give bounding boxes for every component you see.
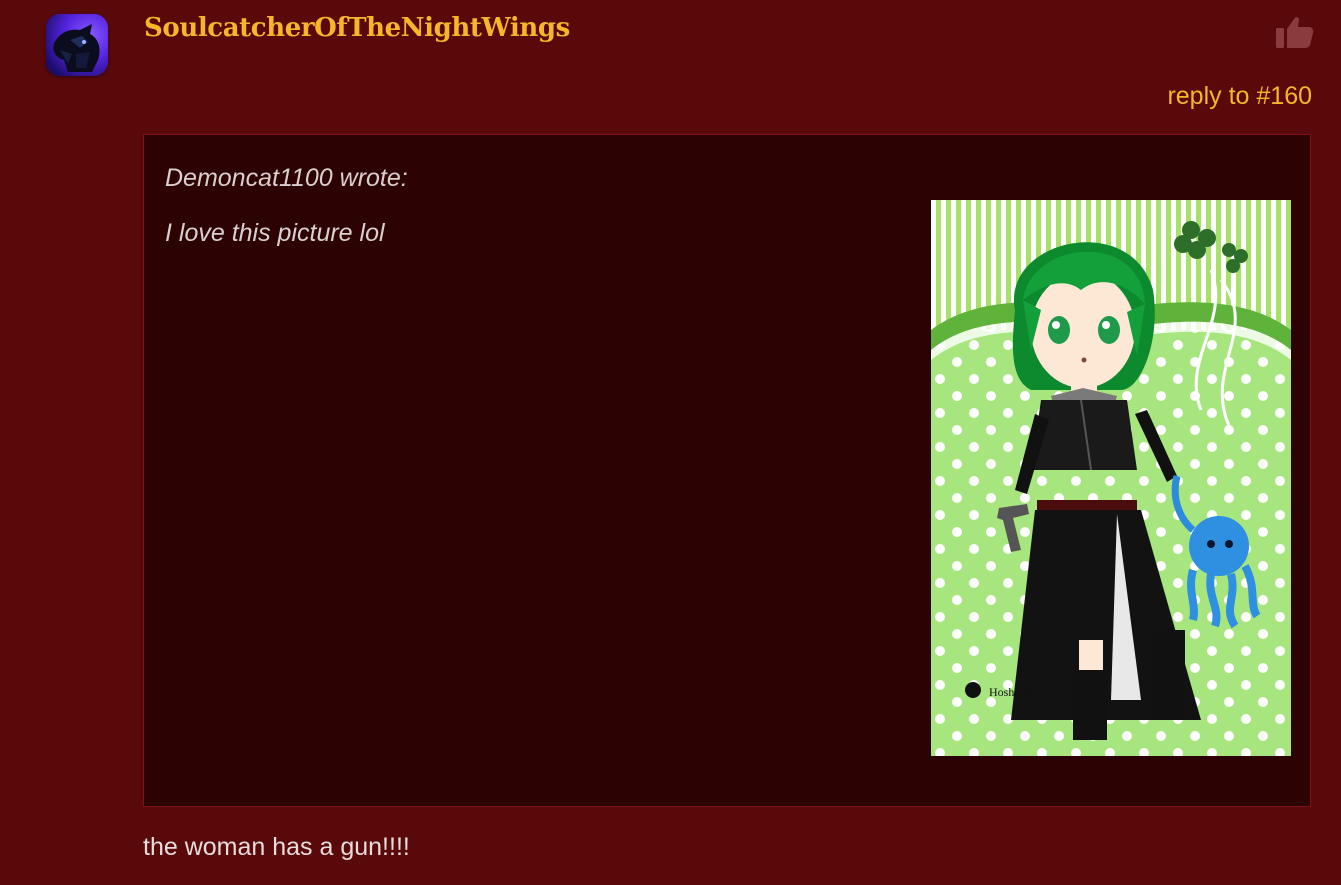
watermark: Hoshi Style — [965, 682, 1045, 699]
quote-author: Demoncat1100 wrote: — [165, 164, 408, 192]
user-avatar[interactable] — [46, 14, 108, 76]
avatar-image-icon — [46, 14, 108, 76]
post-body-text: the woman has a gun!!!! — [143, 833, 410, 861]
quote-text: I love this picture lol — [165, 219, 385, 247]
thumbs-up-icon[interactable] — [1274, 12, 1316, 50]
post-username[interactable]: SoulcatcherOfTheNightWings — [144, 13, 570, 43]
quoted-anime-character-image[interactable]: Hoshi Style — [931, 200, 1291, 756]
forum-post: SoulcatcherOfTheNightWings reply to #160… — [0, 0, 1341, 885]
quote-block: Demoncat1100 wrote: I love this picture … — [143, 134, 1311, 807]
reply-to-link[interactable]: reply to #160 — [1167, 82, 1312, 111]
svg-text:Hoshi Style: Hoshi Style — [989, 685, 1045, 699]
